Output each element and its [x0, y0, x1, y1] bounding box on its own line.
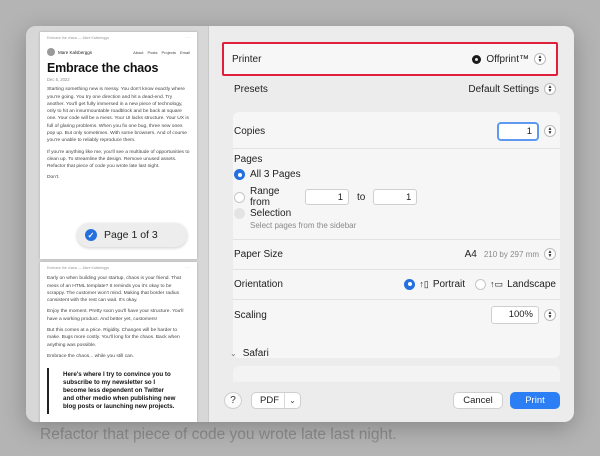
article-title: Embrace the chaos	[47, 61, 159, 76]
chevron-updown-icon: ▲ ▼	[544, 248, 556, 260]
checkmark-icon: ✓	[85, 229, 97, 241]
paper-size-value: A4	[464, 248, 477, 260]
newsletter-quote: Here's where I try to convince you to su…	[47, 368, 190, 415]
thumb-nav-item: About	[133, 49, 144, 55]
paper-size-row[interactable]: Paper Size A4 210 by 297 mm ▲ ▼	[234, 246, 556, 262]
thumb-header-meta: Embrace the chaos — Mare Kalsberggs	[47, 36, 110, 40]
portrait-icon: ↑▯	[419, 278, 429, 289]
page-badge-label: Page 1 of 3	[104, 229, 158, 241]
printer-select[interactable]: Printer Offprint™ ▲ ▼	[222, 42, 558, 76]
selection-hint: Select pages from the sidebar	[250, 221, 357, 230]
article-paragraph: Embrace the chaos... while you still can…	[47, 353, 134, 359]
pages-label: Pages	[234, 154, 263, 165]
selection-label: Selection	[250, 208, 292, 219]
divider	[233, 148, 560, 149]
portrait-label: Portrait	[432, 278, 466, 290]
copies-input[interactable]: 1	[497, 121, 539, 141]
thumb-header-meta: Embrace the chaos — Mare Kalsberggs	[47, 266, 110, 270]
orientation-label: Orientation	[234, 278, 283, 290]
chevron-updown-icon: ▲ ▼	[534, 53, 546, 65]
radio-selection[interactable]	[234, 208, 245, 219]
landscape-label: Landscape	[507, 278, 556, 290]
copies-row: Copies 1 ▲ ▼	[234, 121, 556, 141]
safari-section-header[interactable]: ⌄ Safari	[230, 348, 269, 359]
pages-selection-option[interactable]: Selection	[234, 208, 291, 219]
chevron-down-icon[interactable]: ⌄	[284, 393, 300, 408]
printer-icon	[472, 54, 482, 64]
article-paragraph: Early on when building your startup, cha…	[47, 276, 181, 304]
author-avatar	[47, 48, 55, 57]
pages-all-option[interactable]: All 3 Pages	[234, 169, 301, 180]
printer-value: Offprint™	[486, 53, 529, 65]
copies-label: Copies	[234, 125, 266, 137]
article-date: Dec 5, 2022	[47, 77, 70, 83]
range-to-label: to	[357, 191, 366, 203]
range-to-input[interactable]: 1	[373, 189, 418, 205]
background-text: Refactor that piece of code you wrote la…	[40, 426, 397, 443]
scaling-row: Scaling 100% ▲ ▼	[234, 306, 556, 324]
article-paragraph: But this comes at a price. Rigidity. Cha…	[47, 327, 180, 348]
pages-range-option[interactable]: Range from 1 to 1	[234, 186, 418, 208]
print-dialog: Embrace the chaos — Mare Kalsberggs · · …	[26, 26, 574, 422]
divider	[233, 239, 560, 240]
pages-all-label: All 3 Pages	[250, 169, 301, 180]
chevron-updown-icon: ▲ ▼	[544, 83, 556, 95]
range-from-label: Range from	[250, 186, 280, 208]
thumb-header-meta-right: · · ·	[184, 36, 190, 40]
article-paragraph: Don't.	[47, 175, 60, 181]
safari-section-body	[233, 366, 560, 382]
paper-size-label: Paper Size	[234, 248, 283, 260]
radio-range[interactable]	[234, 191, 245, 203]
paper-size-dims: 210 by 297 mm	[483, 249, 539, 259]
thumb-nav: About Posts Projects Email	[133, 50, 190, 55]
article-paragraph: If you're anything like me, you'll see a…	[47, 149, 190, 170]
radio-all-pages[interactable]	[234, 169, 245, 180]
landscape-icon: ↑▭	[490, 278, 504, 289]
cancel-button[interactable]: Cancel	[453, 392, 503, 409]
thumb-nav-item: Posts	[147, 49, 158, 55]
article-paragraph: Starting something new is messy. You don…	[47, 87, 189, 144]
help-button[interactable]: ?	[224, 392, 242, 409]
page-badge: ✓ Page 1 of 3	[77, 223, 187, 247]
presets-row[interactable]: Presets Default Settings ▲ ▼	[234, 80, 556, 98]
presets-label: Presets	[234, 83, 268, 95]
thumb-nav-item: Projects	[161, 49, 176, 55]
range-from-input[interactable]: 1	[305, 189, 349, 205]
divider	[233, 299, 560, 300]
thumb-header-meta-right: · · ·	[184, 266, 190, 270]
scaling-input[interactable]: 100%	[491, 306, 539, 324]
pdf-label: PDF	[260, 395, 279, 406]
preview-sidebar[interactable]: Embrace the chaos — Mare Kalsberggs · · …	[26, 26, 209, 422]
divider	[233, 269, 560, 270]
article-paragraph: Enjoy the moment. Pretty soon you'll hav…	[47, 309, 184, 322]
chevron-down-icon: ⌄	[230, 349, 237, 358]
orientation-row: Orientation ↑▯ Portrait ↑▭ Landscape	[234, 276, 556, 292]
copies-stepper[interactable]: ▲ ▼	[544, 125, 556, 137]
radio-landscape[interactable]	[475, 278, 487, 290]
presets-value: Default Settings	[468, 83, 539, 95]
pdf-menu-button[interactable]: PDF ⌄	[251, 392, 301, 409]
scaling-stepper[interactable]: ▲ ▼	[544, 309, 556, 321]
printer-label: Printer	[232, 53, 262, 65]
author-name: Mare Kalsberggs	[58, 49, 93, 55]
scaling-label: Scaling	[234, 309, 267, 321]
radio-portrait[interactable]	[404, 278, 416, 290]
safari-section-label: Safari	[242, 348, 269, 359]
page-thumbnail-2[interactable]: Embrace the chaos — Mare Kalsberggs · · …	[40, 262, 197, 422]
print-button[interactable]: Print	[510, 392, 560, 409]
thumb-nav-item: Email	[179, 49, 190, 55]
